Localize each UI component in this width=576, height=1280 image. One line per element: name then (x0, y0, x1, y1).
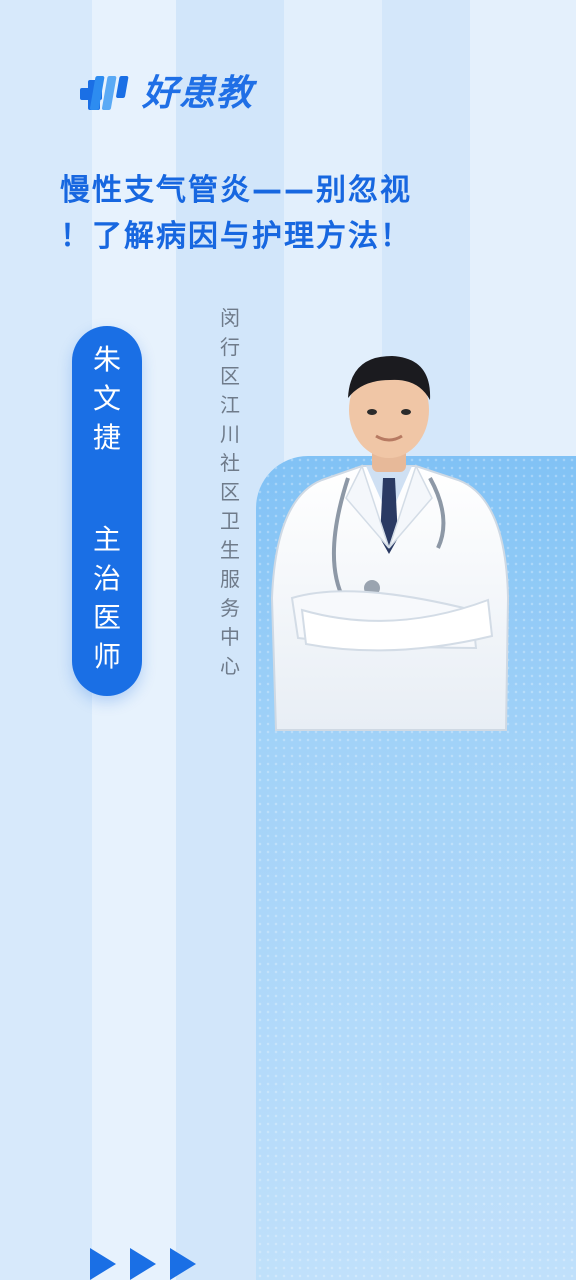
brand-name: 好患教 (142, 73, 254, 114)
play-arrow-icon (170, 1248, 196, 1280)
doctor-title: 主治医师 (92, 523, 121, 673)
doctor-name: 朱文捷 (92, 343, 121, 454)
doctor-institution: 闵行区江川社区卫生服务中心 (220, 306, 240, 678)
brand-logo: 好患教 (80, 74, 253, 114)
article-title: 慢性支气管炎——别忽视 ！了解病因与护理方法！ (60, 168, 500, 260)
play-arrows (90, 1248, 196, 1280)
logo-cross-icon (80, 76, 129, 110)
doctor-portrait (270, 356, 510, 731)
play-arrow-icon (130, 1248, 156, 1280)
title-line-1: 慢性支气管炎——别忽视 (60, 173, 412, 208)
title-line-2: ！了解病因与护理方法！ (60, 219, 412, 254)
doctor-name-badge: 朱文捷 主治医师 (72, 326, 142, 696)
play-arrow-icon (90, 1248, 116, 1280)
